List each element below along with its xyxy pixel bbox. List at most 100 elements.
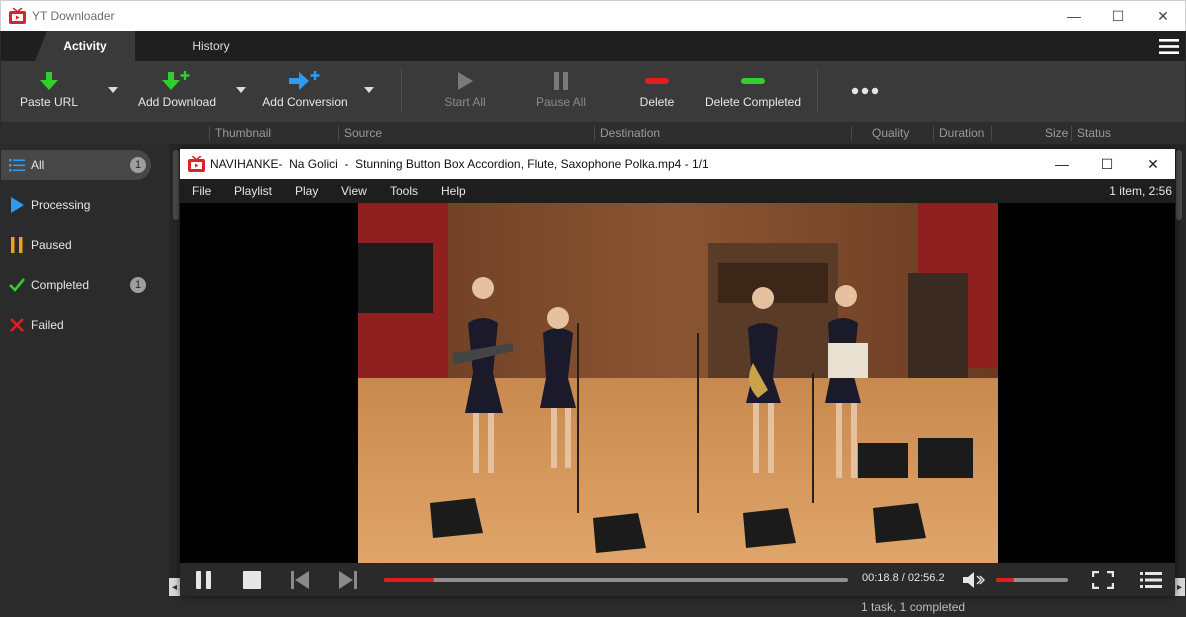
- sidebar-item-label: All: [31, 158, 45, 172]
- minimize-icon: —: [1055, 156, 1069, 172]
- tab-activity[interactable]: Activity: [35, 31, 135, 61]
- paste-url-button[interactable]: Paste URL: [19, 61, 79, 122]
- delete-button[interactable]: Delete: [633, 61, 681, 122]
- menu-playlist[interactable]: Playlist: [234, 184, 272, 198]
- more-options-icon[interactable]: [851, 87, 879, 95]
- menu-help[interactable]: Help: [441, 184, 466, 198]
- pause-all-button[interactable]: Pause All: [531, 61, 591, 122]
- player-minimize-button[interactable]: —: [1039, 149, 1085, 179]
- scrollbar-thumb[interactable]: [1176, 150, 1182, 220]
- maximize-icon: ☐: [1111, 7, 1125, 24]
- status-bar: 1 task, 1 completed: [1, 596, 1185, 616]
- menu-file[interactable]: File: [192, 184, 211, 198]
- sidebar-item-all[interactable]: All 1: [1, 150, 151, 180]
- chevron-down-icon[interactable]: [236, 87, 246, 93]
- column-quality[interactable]: Quality: [872, 126, 909, 140]
- close-icon: ✕: [1147, 155, 1159, 172]
- volume-icon[interactable]: [962, 571, 986, 589]
- column-divider: [338, 126, 339, 141]
- x-icon: [10, 318, 24, 332]
- sidebar-item-completed[interactable]: Completed 1: [1, 270, 151, 300]
- count-badge: 1: [130, 277, 146, 293]
- column-destination[interactable]: Destination: [600, 126, 660, 140]
- add-download-label: Add Download: [137, 95, 217, 109]
- paste-url-label: Paste URL: [19, 95, 79, 109]
- column-divider: [933, 126, 934, 141]
- add-download-icon: [162, 71, 190, 90]
- column-thumbnail[interactable]: Thumbnail: [215, 126, 271, 140]
- minimize-button[interactable]: —: [1051, 1, 1097, 31]
- volume-level: [996, 578, 1014, 582]
- scroll-right-button[interactable]: ▸: [1174, 578, 1185, 596]
- count-badge: 1: [130, 157, 146, 173]
- chevron-down-icon[interactable]: [364, 87, 374, 93]
- volume-slider[interactable]: [996, 578, 1068, 582]
- fullscreen-icon[interactable]: [1092, 571, 1114, 589]
- video-area[interactable]: [180, 203, 1175, 563]
- pause-all-label: Pause All: [535, 95, 587, 109]
- column-divider: [209, 126, 210, 141]
- start-all-button[interactable]: Start All: [437, 61, 493, 122]
- menu-view[interactable]: View: [341, 184, 367, 198]
- sidebar-item-processing[interactable]: Processing: [1, 190, 151, 220]
- menu-tools[interactable]: Tools: [390, 184, 418, 198]
- play-icon: [458, 72, 473, 90]
- minus-icon: [645, 78, 669, 84]
- pause-icon[interactable]: [194, 571, 214, 589]
- add-conversion-button[interactable]: Add Conversion: [259, 61, 351, 122]
- minimize-icon: —: [1067, 8, 1081, 24]
- player-close-button[interactable]: ✕: [1130, 149, 1176, 179]
- hamburger-menu-icon[interactable]: [1159, 38, 1179, 55]
- column-size[interactable]: Size: [1045, 126, 1068, 140]
- toolbar-separator: [817, 69, 818, 113]
- previous-icon[interactable]: [290, 571, 310, 589]
- chevron-down-icon[interactable]: [108, 87, 118, 93]
- sidebar-item-paused[interactable]: Paused: [1, 230, 151, 260]
- player-title-bar: NAVIHANKE- Na Golici - Stunning Button B…: [180, 149, 1175, 179]
- column-duration[interactable]: Duration: [939, 126, 984, 140]
- pause-icon: [11, 237, 23, 253]
- column-divider: [1071, 126, 1072, 141]
- tab-history[interactable]: History: [171, 31, 251, 61]
- player-controls: 00:18.8 / 02:56.2: [180, 563, 1175, 596]
- player-title: NAVIHANKE- Na Golici - Stunning Button B…: [210, 157, 709, 171]
- title-bar: YT Downloader — ☐ ✕: [0, 0, 1186, 31]
- video-frame: [358, 203, 998, 563]
- app-logo-icon: [9, 8, 26, 24]
- toolbar: Paste URL Add Download Add Conversion St…: [1, 61, 1185, 122]
- sidebar: All 1 Processing Paused Completed 1 Fail…: [1, 144, 169, 596]
- menu-play[interactable]: Play: [295, 184, 318, 198]
- list-icon: [9, 159, 25, 172]
- player-maximize-button[interactable]: ☐: [1084, 149, 1130, 179]
- scrollbar-thumb[interactable]: [173, 150, 179, 220]
- column-divider: [991, 126, 992, 141]
- column-status[interactable]: Status: [1077, 126, 1111, 140]
- media-player-window: NAVIHANKE- Na Golici - Stunning Button B…: [180, 149, 1175, 596]
- delete-completed-label: Delete Completed: [704, 95, 802, 109]
- delete-completed-button[interactable]: Delete Completed: [701, 61, 805, 122]
- sidebar-item-label: Failed: [31, 318, 64, 332]
- playlist-info: 1 item, 2:56: [1109, 184, 1172, 198]
- add-download-button[interactable]: Add Download: [135, 61, 219, 122]
- maximize-icon: ☐: [1100, 155, 1114, 172]
- concert-video-image: [358, 203, 998, 563]
- column-source[interactable]: Source: [344, 126, 382, 140]
- scroll-left-button[interactable]: ◂: [169, 578, 180, 596]
- stop-icon[interactable]: [242, 571, 262, 589]
- sidebar-item-failed[interactable]: Failed: [1, 310, 151, 340]
- seek-progress: [384, 578, 434, 582]
- seek-bar[interactable]: [384, 578, 848, 582]
- playlist-icon[interactable]: [1140, 571, 1162, 589]
- sidebar-item-label: Paused: [31, 238, 72, 252]
- add-conversion-label: Add Conversion: [262, 95, 348, 109]
- toolbar-separator: [401, 69, 402, 113]
- close-icon: ✕: [1157, 7, 1169, 24]
- time-display: 00:18.8 / 02:56.2: [862, 572, 945, 584]
- close-button[interactable]: ✕: [1140, 1, 1186, 31]
- status-text: 1 task, 1 completed: [861, 600, 966, 614]
- next-icon[interactable]: [338, 571, 358, 589]
- tab-bar: Activity History: [1, 31, 1185, 61]
- maximize-button[interactable]: ☐: [1095, 1, 1141, 31]
- download-arrow-icon: [40, 72, 58, 90]
- sidebar-item-label: Processing: [31, 198, 91, 212]
